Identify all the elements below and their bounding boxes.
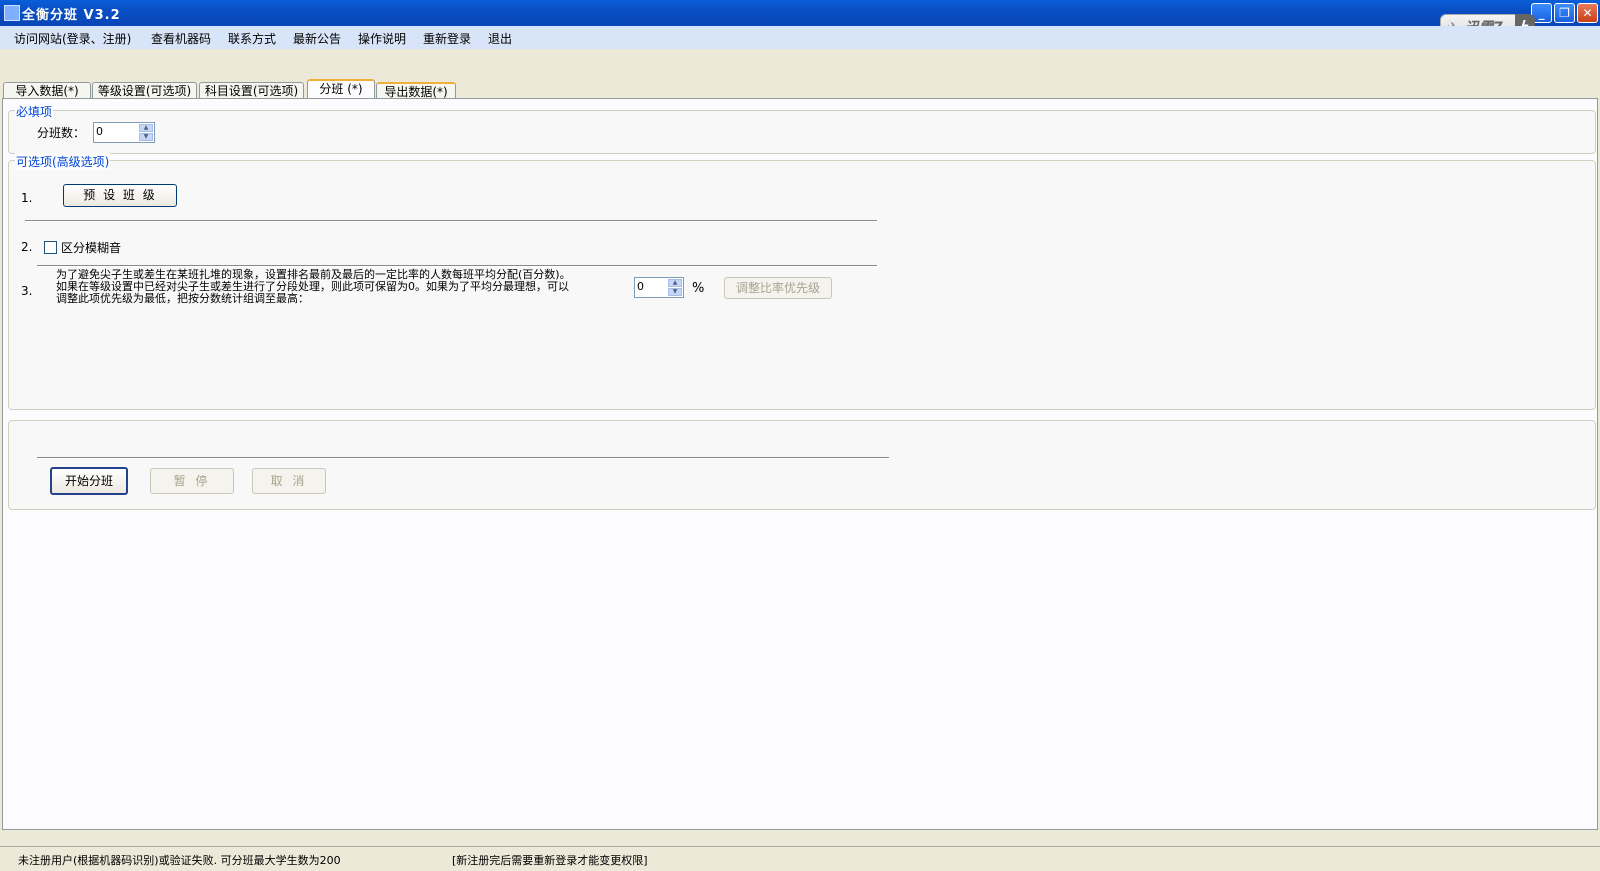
close-button[interactable]: ✕	[1577, 3, 1598, 23]
status-registration: 未注册用户(根据机器码识别)或验证失败. 可分班最大学生数为200	[18, 854, 341, 867]
title-bar: 全衡分班 V3.2 _ ❐ ✕	[0, 0, 1600, 26]
menu-contact[interactable]: 联系方式	[228, 30, 276, 47]
window-title: 全衡分班 V3.2	[22, 8, 121, 23]
menu-bar: 访问网站(登录、注册) 查看机器码 联系方式 最新公告 操作说明 重新登录 退出	[0, 26, 1600, 49]
fuzzy-sound-checkbox[interactable]	[44, 241, 57, 254]
menu-machine-code[interactable]: 查看机器码	[151, 30, 211, 47]
preset-classes-button[interactable]: 预 设 班 级	[63, 184, 177, 207]
tab-grouping[interactable]: 分班 (*)	[307, 79, 375, 99]
status-bar: 未注册用户(根据机器码识别)或验证失败. 可分班最大学生数为200 [新注册完后…	[0, 846, 1600, 871]
optional-group: 可选项(高级选项) 1. 预 设 班 级 2. 区分模糊音 3. 为了避免尖子生…	[8, 153, 1596, 410]
menu-instructions[interactable]: 操作说明	[358, 30, 406, 47]
tab-import-data[interactable]: 导入数据(*)	[3, 82, 91, 99]
optional-legend: 可选项(高级选项)	[15, 153, 111, 170]
tab-panel: 必填项 分班数： 0 ▲ ▼ 可选项(高级选项) 1. 预 设 班 级 2. 区…	[2, 98, 1598, 830]
ratio-description: 为了避免尖子生或差生在某班扎堆的现象，设置排名最前及最后的一定比率的人数每班平均…	[56, 268, 571, 305]
divider	[25, 220, 877, 222]
menu-announcement[interactable]: 最新公告	[293, 30, 341, 47]
ratio-value: 0	[637, 280, 644, 293]
app-icon	[4, 5, 20, 21]
class-count-stepper[interactable]: 0 ▲ ▼	[93, 122, 155, 143]
required-group: 必填项 分班数： 0 ▲ ▼	[8, 103, 1596, 154]
spin-down-icon[interactable]: ▼	[668, 288, 682, 296]
item-1-number: 1.	[21, 191, 33, 205]
spin-down-icon[interactable]: ▼	[139, 133, 153, 141]
menu-exit[interactable]: 退出	[488, 30, 512, 47]
adjust-priority-button[interactable]: 调整比率优先级	[724, 277, 832, 299]
tab-export-data[interactable]: 导出数据(*)	[376, 82, 456, 99]
spin-up-icon[interactable]: ▲	[668, 279, 682, 287]
divider	[37, 457, 889, 459]
class-count-label: 分班数：	[37, 126, 86, 140]
percent-sign: %	[692, 281, 705, 296]
required-legend: 必填项	[15, 103, 54, 120]
cancel-button[interactable]: 取 消	[252, 468, 326, 494]
ratio-stepper[interactable]: 0 ▲ ▼	[634, 277, 684, 298]
spin-up-icon[interactable]: ▲	[139, 124, 153, 132]
start-grouping-button[interactable]: 开始分班	[50, 467, 128, 495]
tab-grade-settings[interactable]: 等级设置(可选项)	[92, 82, 197, 99]
pause-button[interactable]: 暂 停	[150, 468, 234, 494]
action-group: 开始分班 暂 停 取 消	[8, 420, 1596, 510]
item-3-number: 3.	[21, 284, 33, 298]
divider	[37, 265, 877, 267]
tab-subject-settings[interactable]: 科目设置(可选项)	[199, 82, 304, 99]
restore-button[interactable]: ❐	[1554, 3, 1575, 23]
item-2-number: 2.	[21, 240, 33, 254]
menu-visit-website[interactable]: 访问网站(登录、注册)	[14, 30, 131, 47]
fuzzy-sound-label: 区分模糊音	[61, 241, 122, 255]
menu-relogin[interactable]: 重新登录	[423, 30, 471, 47]
status-note: [新注册完后需要重新登录才能变更权限]	[452, 854, 648, 867]
class-count-value: 0	[96, 125, 103, 138]
